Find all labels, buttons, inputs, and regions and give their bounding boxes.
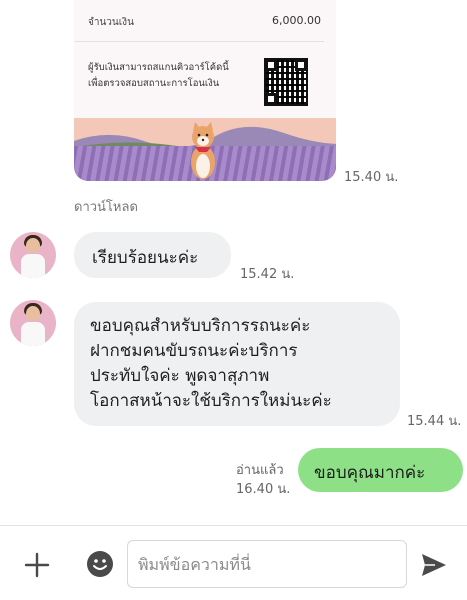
message-bubble-incoming[interactable]: ขอบคุณสำหรับบริการรถนะค่ะ ฝากชมคนขับรถนะ… (74, 302, 400, 426)
slip-amount-value: 6,000.00 (272, 14, 321, 27)
transfer-slip-image[interactable]: จำนวนเงิน 6,000.00 ผู้รับเงินสามารถสแกนค… (74, 0, 336, 181)
message-text-line: โอกาสหน้าจะใช้บริการใหม่นะค่ะ (90, 391, 332, 411)
message-input[interactable] (127, 540, 407, 588)
message-timestamp: 16.40 น. (236, 482, 291, 497)
shiba-dog-icon (191, 122, 215, 179)
slip-caption-line-1: ผู้รับเงินสามารถสแกนคิวอาร์โค้ดนี้ (88, 62, 229, 73)
slip-amount-label: จำนวนเงิน (88, 17, 134, 28)
message-input-bar (0, 525, 467, 600)
message-text: ขอบคุณมากค่ะ (314, 463, 426, 483)
message-text: เรียบร้อยนะค่ะ (92, 248, 199, 268)
message-text-line: ฝากชมคนขับรถนะค่ะบริการ (90, 341, 298, 361)
read-receipt-label: อ่านแล้ว (236, 463, 284, 478)
message-timestamp: 15.44 น. (407, 414, 462, 429)
emoji-icon[interactable] (86, 550, 114, 578)
download-link[interactable]: ดาวน์โหลด (74, 196, 138, 217)
avatar[interactable] (10, 300, 56, 346)
send-icon[interactable] (420, 551, 448, 579)
message-bubble-outgoing[interactable]: ขอบคุณมากค่ะ (298, 448, 463, 492)
message-text-line: ประทับใจค่ะ พูดจาสุภาพ (90, 366, 270, 386)
avatar[interactable] (10, 232, 56, 278)
slip-timestamp: 15.40 น. (344, 170, 399, 185)
message-timestamp: 15.42 น. (240, 267, 295, 282)
slip-amount-row: จำนวนเงิน 6,000.00 (74, 0, 324, 42)
slip-paper: จำนวนเงิน 6,000.00 ผู้รับเงินสามารถสแกนค… (74, 0, 336, 118)
slip-caption-line-2: เพื่อตรวจสอบสถานะการโอนเงิน (88, 78, 220, 89)
qr-code-icon (264, 58, 308, 106)
message-text-line: ขอบคุณสำหรับบริการรถนะค่ะ (90, 316, 311, 336)
message-bubble-incoming[interactable]: เรียบร้อยนะค่ะ (74, 232, 231, 278)
slip-caption: ผู้รับเงินสามารถสแกนคิวอาร์โค้ดนี้ เพื่อ… (88, 60, 248, 92)
plus-icon[interactable] (22, 550, 52, 580)
